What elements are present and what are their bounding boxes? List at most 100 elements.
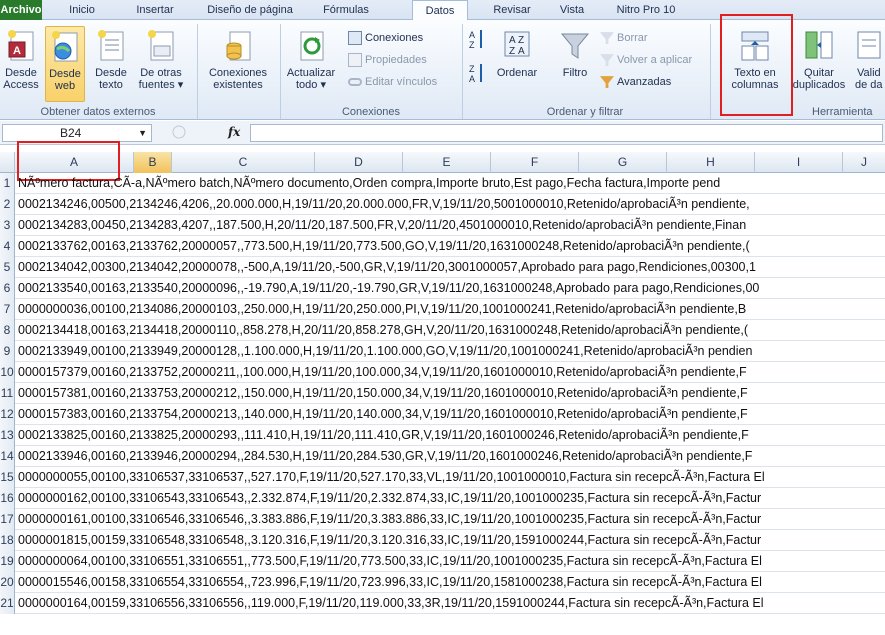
cell-a[interactable]: 0000000162,00100,33106543,33106543,,2.33… — [18, 488, 885, 509]
desde-web-button[interactable]: Desde web — [45, 26, 85, 102]
row-header[interactable]: 13 — [0, 425, 15, 446]
tab-nitro-pro[interactable]: Nitro Pro 10 — [606, 0, 686, 20]
column-header-d[interactable]: D — [315, 152, 403, 173]
editar-vinculos-button[interactable]: Editar vínculos — [348, 74, 437, 91]
sort-descending-button[interactable]: ZA — [466, 62, 488, 92]
chevron-down-icon[interactable]: ▼ — [138, 125, 147, 141]
column-header-c[interactable]: C — [172, 152, 315, 173]
table-row: 4 0002133762,00163,2133762,20000057,,773.… — [0, 236, 885, 257]
row-header[interactable]: 7 — [0, 299, 15, 320]
filtro-button[interactable]: Filtro — [554, 28, 596, 100]
borrar-filtro-button[interactable]: Borrar — [600, 30, 648, 47]
cell-a[interactable]: 0002133762,00163,2133762,20000057,,773.5… — [18, 236, 885, 257]
table-row: 2 0002134246,00500,2134246,4206,,20.000.0… — [0, 194, 885, 215]
formula-input[interactable] — [250, 124, 883, 142]
cell-a[interactable]: 0000000036,00100,2134086,20000103,,250.0… — [18, 299, 885, 320]
de-otras-fuentes-button[interactable]: De otras fuentes ▾ — [135, 28, 187, 100]
row-header[interactable]: 20 — [0, 572, 15, 593]
row-header[interactable]: 18 — [0, 530, 15, 551]
row-header[interactable]: 10 — [0, 362, 15, 383]
select-all-corner[interactable] — [0, 152, 15, 173]
row-header[interactable]: 2 — [0, 194, 15, 215]
cell-a[interactable]: 0002133825,00160,2133825,20000293,,111.4… — [18, 425, 885, 446]
desde-texto-label-1: Desde — [95, 67, 127, 79]
row-header[interactable]: 11 — [0, 383, 15, 404]
cell-a[interactable]: 0002134246,00500,2134246,4206,,20.000.00… — [18, 194, 885, 215]
desde-access-button[interactable]: A Desde Access — [1, 28, 41, 100]
tab-vista[interactable]: Vista — [548, 0, 596, 20]
name-box[interactable]: B24 ▼ — [2, 124, 152, 142]
validacion-label-1: Valid — [857, 67, 881, 79]
cell-a[interactable]: 0000001815,00159,33106548,33106548,,3.12… — [18, 530, 885, 551]
cell-a[interactable]: 0002133946,00160,2133946,20000294,,284.5… — [18, 446, 885, 467]
tab-formulas[interactable]: Fórmulas — [306, 0, 386, 20]
propiedades-button[interactable]: Propiedades — [348, 52, 427, 69]
column-header-e[interactable]: E — [403, 152, 491, 173]
table-row: 14 0002133946,00160,2133946,20000294,,284… — [0, 446, 885, 467]
validacion-datos-button[interactable]: Valid de da — [851, 28, 885, 100]
row-header[interactable]: 17 — [0, 509, 15, 530]
row-header[interactable]: 5 — [0, 257, 15, 278]
tab-datos[interactable]: Datos — [412, 0, 468, 21]
row-header[interactable]: 16 — [0, 488, 15, 509]
volver-a-aplicar-button[interactable]: Volver a aplicar — [600, 52, 692, 69]
link-icon — [348, 78, 362, 87]
cell-a[interactable]: 0000000161,00100,33106546,33106546,,3.38… — [18, 509, 885, 530]
cell-a[interactable]: 0000000064,00100,33106551,33106551,,773.… — [18, 551, 885, 572]
de-otras-fuentes-label-1: De otras — [140, 67, 182, 79]
row-header[interactable]: 21 — [0, 593, 15, 614]
avanzadas-button[interactable]: Avanzadas — [600, 74, 671, 91]
table-row: 13 0002133825,00160,2133825,20000293,,111… — [0, 425, 885, 446]
table-row: 8 0002134418,00163,2134418,20000110,,858.… — [0, 320, 885, 341]
sort-ascending-button[interactable]: AZ — [466, 28, 488, 58]
column-header-bar: A B C D E F G H I J — [0, 152, 885, 173]
conexiones-button[interactable]: Conexiones — [348, 30, 423, 47]
row-header[interactable]: 12 — [0, 404, 15, 425]
row-header[interactable]: 1 — [0, 173, 15, 194]
remove-duplicates-icon — [805, 31, 833, 59]
tab-insertar[interactable]: Insertar — [118, 0, 192, 20]
column-header-i[interactable]: I — [755, 152, 843, 173]
column-header-j[interactable]: J — [843, 152, 885, 173]
formula-bar: B24 ▼ fx — [0, 121, 885, 145]
refresh-icon — [300, 31, 324, 61]
row-header[interactable]: 3 — [0, 215, 15, 236]
row-header[interactable]: 14 — [0, 446, 15, 467]
cell-a[interactable]: 0000157379,00160,2133752,20000211,,100.0… — [18, 362, 885, 383]
conexiones-existentes-button[interactable]: Conexiones existentes — [200, 28, 276, 100]
column-header-f[interactable]: F — [491, 152, 579, 173]
actualizar-todo-button[interactable]: Actualizar todo ▾ — [282, 28, 340, 100]
row-header[interactable]: 19 — [0, 551, 15, 572]
row-header[interactable]: 15 — [0, 467, 15, 488]
ordenar-button[interactable]: A Z Z A Ordenar — [490, 28, 544, 100]
row-header[interactable]: 8 — [0, 320, 15, 341]
cell-a[interactable]: NÃºmero factura,CÃ-a,NÃºmero batch,NÃºme… — [18, 173, 885, 194]
tab-revisar[interactable]: Revisar — [478, 0, 546, 20]
cell-a[interactable]: 0000157383,00160,2133754,20000213,,140.0… — [18, 404, 885, 425]
validacion-label-2: de da — [855, 79, 883, 91]
row-header[interactable]: 4 — [0, 236, 15, 257]
quitar-duplicados-button[interactable]: Quitar duplicados — [790, 28, 848, 100]
tab-archivo[interactable]: Archivo — [0, 0, 42, 20]
cell-a[interactable]: 0002133540,00163,2133540,20000096,,-19.7… — [18, 278, 885, 299]
row-header[interactable]: 9 — [0, 341, 15, 362]
cell-a[interactable]: 0002134418,00163,2134418,20000110,,858.2… — [18, 320, 885, 341]
desde-texto-button[interactable]: Desde texto — [91, 28, 131, 100]
advanced-filter-icon — [600, 76, 614, 89]
column-header-b[interactable]: B — [134, 152, 172, 173]
insert-function-icon[interactable]: fx — [228, 125, 240, 139]
cell-a[interactable]: 0000000164,00159,33106556,33106556,,119.… — [18, 593, 885, 614]
row-header[interactable]: 6 — [0, 278, 15, 299]
desde-access-label-2: Access — [3, 79, 39, 91]
cell-a[interactable]: 0000000055,00100,33106537,33106537,,527.… — [18, 467, 885, 488]
tab-diseno-pagina[interactable]: Diseño de página — [196, 0, 304, 20]
cell-a[interactable]: 0002134042,00300,2134042,20000078,,-500,… — [18, 257, 885, 278]
cell-a[interactable]: 0002133949,00100,2133949,20000128,,1.100… — [18, 341, 885, 362]
group-label-herramientas: Herramienta — [812, 106, 873, 118]
cell-a[interactable]: 0000157381,00160,2133753,20000212,,150.0… — [18, 383, 885, 404]
cell-a[interactable]: 0000015546,00158,33106554,33106554,,723.… — [18, 572, 885, 593]
cell-a[interactable]: 0002134283,00450,2134283,4207,,187.500,H… — [18, 215, 885, 236]
column-header-g[interactable]: G — [579, 152, 667, 173]
column-header-h[interactable]: H — [667, 152, 755, 173]
tab-inicio[interactable]: Inicio — [52, 0, 112, 20]
